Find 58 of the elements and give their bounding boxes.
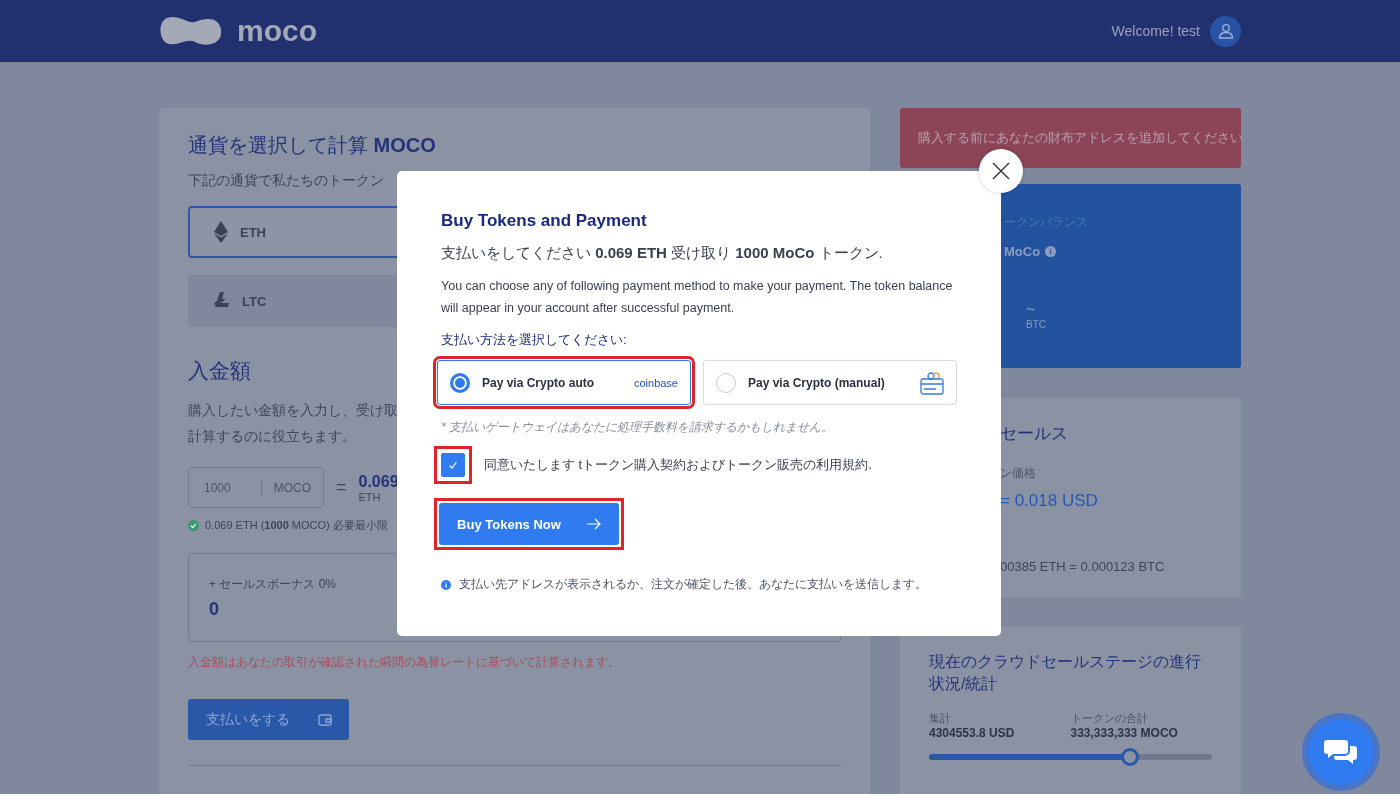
dialog-title: Buy Tokens and Payment xyxy=(441,211,648,231)
minimum-note: 0.069 ETH (1000 MOCO) 必要最小限 xyxy=(205,518,388,533)
info-icon xyxy=(441,579,451,590)
description-text: 購入したい金額を入力し、受け取 xyxy=(188,401,398,420)
user-avatar-icon[interactable] xyxy=(1210,15,1241,47)
stat-label: 集計 xyxy=(929,711,952,726)
price-value: = 0.018 USD xyxy=(1000,491,1099,511)
wallet-icon xyxy=(317,713,332,726)
progress-thumb[interactable] xyxy=(1120,748,1139,766)
currency-code: ETH xyxy=(240,224,266,240)
result-value: 0.069 xyxy=(358,472,399,491)
bonus-value: 0 xyxy=(209,598,219,620)
option-label: Pay via Crypto (manual) xyxy=(748,375,886,390)
card-title: 通貨を選択して計算 MOCO xyxy=(188,133,437,158)
sale-title: セールス xyxy=(1000,423,1069,445)
progress-title: 現在のクラウドセールステージの進行状況/統計 xyxy=(929,652,1202,694)
section-title: 入金額 xyxy=(188,358,251,384)
equals-sign: = xyxy=(336,477,347,498)
warning-text: 入金額はあなたの取引が確認された瞬間の為替レートに基づいて計算されます。 xyxy=(188,654,620,671)
price-label: ン価格 xyxy=(1000,465,1037,482)
payment-option[interactable]: Pay via Crypto (manual) xyxy=(703,360,957,405)
agree-checkbox[interactable] xyxy=(441,453,465,477)
check-icon xyxy=(448,460,458,470)
token-unit: MoCo xyxy=(1004,244,1041,259)
currency-code: LTC xyxy=(242,293,267,309)
info-text: 支払い先アドレスが表示されるか、注文が確定した後、あなたに支払いを送信します。 xyxy=(459,576,927,593)
bonus-label: + セールスボーナス 0% xyxy=(209,575,337,593)
dialog-description: You can choose any of following payment method to make your payment. The token balance will appear in your account after successful payment. xyxy=(441,278,954,317)
logo-text: moco xyxy=(237,14,317,48)
arrow-right-icon xyxy=(586,518,601,530)
buy-tokens-button[interactable]: Buy Tokens Now xyxy=(439,503,619,545)
wallet-coins-icon xyxy=(920,370,944,395)
welcome-text: Welcome! test xyxy=(1111,23,1200,39)
stat-value: 333,333,333 MOCO xyxy=(1070,726,1179,740)
close-icon xyxy=(992,162,1010,180)
logo-icon xyxy=(159,14,223,48)
alert-banner[interactable] xyxy=(900,108,1241,168)
ethereum-icon xyxy=(214,221,228,243)
litecoin-icon xyxy=(214,292,230,310)
stat-value: 4304553.8 USD xyxy=(929,726,1016,740)
brand-logo: coinbase xyxy=(633,376,678,389)
info-icon xyxy=(1045,246,1057,257)
rate-text: 00385 ETH = 0.000123 BTC xyxy=(1000,559,1166,574)
card-subtitle: 下記の通貨で私たちのトークン xyxy=(188,172,385,190)
radio-button[interactable] xyxy=(450,372,470,393)
approx-sign: ~ xyxy=(1026,301,1037,319)
pay-button[interactable]: 支払いをする xyxy=(188,699,349,740)
option-label: Pay via Crypto auto xyxy=(482,375,596,390)
description-text: 計算するのに役立ちます。 xyxy=(188,427,356,446)
chat-bubbles-icon xyxy=(1324,738,1358,766)
payment-summary: 支払いをしてください 0.069 ETH 受け取り 1000 MoCo トークン. xyxy=(441,244,884,263)
check-circle-icon xyxy=(188,520,199,531)
fee-note: * 支払いゲートウェイはあなたに処理手数料を請求するかもしれません。 xyxy=(441,419,833,436)
method-heading: 支払い方法を選択してください: xyxy=(441,331,628,349)
btc-unit: BTC xyxy=(1026,319,1047,330)
amount-field[interactable]: 1000 MOCO xyxy=(188,467,324,508)
agreement-text: 同意いたします tトークン購入契約およびトークン販売の利用規約. xyxy=(484,456,872,474)
result-unit: ETH xyxy=(358,490,382,503)
